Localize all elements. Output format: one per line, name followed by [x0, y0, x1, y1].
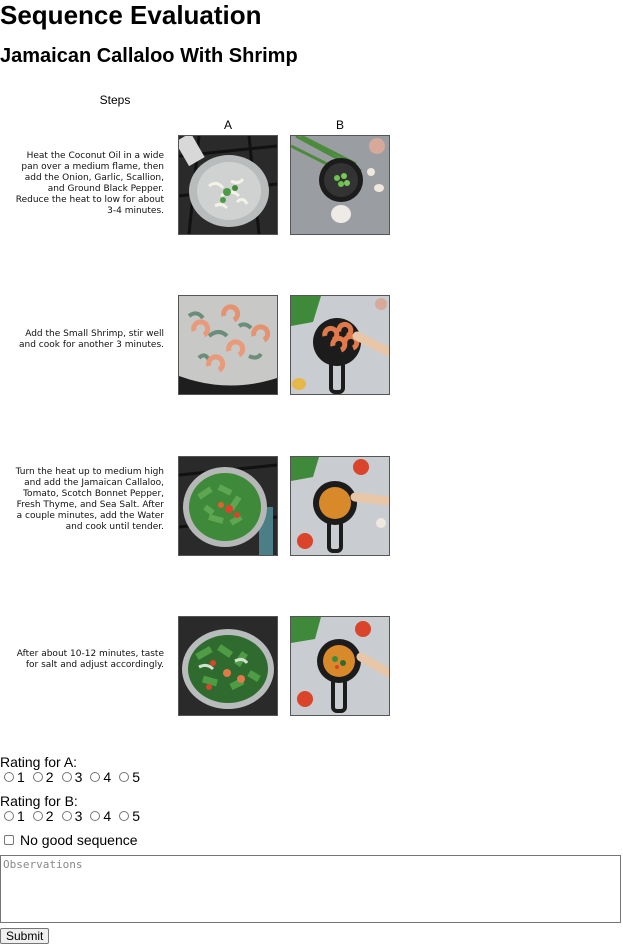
page-title: Sequence Evaluation [0, 0, 262, 30]
rating-b-radio-5[interactable] [119, 811, 130, 821]
column-a-header: A [223, 118, 232, 132]
rating-b-radio-3[interactable] [61, 811, 72, 821]
rating-b-radio-1[interactable] [4, 811, 14, 821]
no-good-sequence-row: No good sequence [0, 832, 138, 848]
rating-a-radio-2[interactable] [32, 772, 43, 782]
no-good-sequence-label: No good sequence [20, 832, 138, 848]
step-3-text: Turn the heat up to medium high and add … [15, 467, 164, 532]
rating-a-radio-3[interactable] [61, 772, 72, 782]
step-4-image-b [290, 616, 390, 716]
step-3-image-a [178, 456, 278, 556]
rating-b-option-label: 3 [74, 808, 83, 824]
step-4-text: After about 10-12 minutes, taste for sal… [16, 649, 164, 670]
rating-b-radio-2[interactable] [32, 811, 43, 821]
rating-a-option-label: 5 [132, 769, 140, 785]
rating-b-radio-4[interactable] [90, 811, 101, 821]
rating-a-option-label: 1 [17, 769, 25, 785]
step-1-image-a [178, 135, 278, 235]
step-1-image-b [290, 135, 390, 235]
submit-button[interactable]: Submit [0, 928, 50, 944]
rating-b-option-label: 5 [132, 808, 140, 824]
rating-b-option-label: 2 [45, 808, 54, 824]
rating-a-radio-5[interactable] [119, 772, 130, 782]
no-good-sequence-checkbox[interactable] [4, 835, 14, 845]
rating-a-radio-1[interactable] [4, 772, 14, 782]
recipe-title: Jamaican Callaloo With Shrimp [0, 45, 298, 67]
rating-a-label: Rating for A: [0, 754, 78, 770]
rating-a-radio-4[interactable] [90, 772, 101, 782]
step-1-text: Heat the Coconut Oil in a wide pan over … [15, 151, 164, 216]
rating-b-label: Rating for B: [0, 793, 78, 809]
observations-textarea[interactable] [0, 855, 621, 923]
steps-column-header: Steps [99, 93, 131, 107]
rating-a-option-label: 3 [74, 769, 83, 785]
step-4-image-a [178, 616, 278, 716]
rating-a-option-label: 4 [103, 769, 112, 785]
rating-b-group: 1 2 3 4 5 [0, 808, 144, 824]
rating-a-option-label: 2 [45, 769, 54, 785]
column-b-header: B [335, 118, 344, 132]
step-2-image-b [290, 295, 390, 395]
step-2-image-a [178, 295, 278, 395]
step-2-text: Add the Small Shrimp, stir well and cook… [19, 329, 164, 350]
step-3-image-b [290, 456, 390, 556]
rating-a-group: 1 2 3 4 5 [0, 769, 144, 785]
rating-b-option-label: 4 [103, 808, 112, 824]
rating-b-option-label: 1 [17, 808, 25, 824]
